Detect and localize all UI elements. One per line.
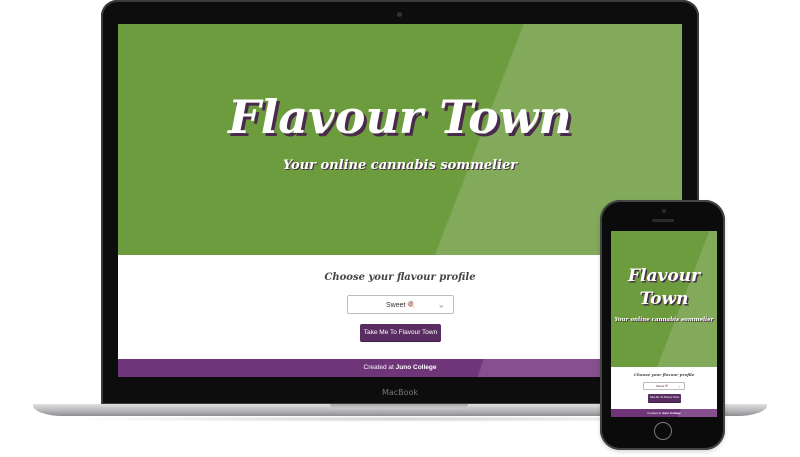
laptop-camera xyxy=(397,12,402,17)
hero-banner: Flavour Town Your online cannabis sommel… xyxy=(118,24,682,255)
site-title: Flavour Town xyxy=(228,90,572,144)
site-subtitle: Your online cannabis sommelier xyxy=(614,317,714,323)
footer-text: Created at xyxy=(647,411,662,415)
flavour-select[interactable]: Sweet 🍭 ⌄ xyxy=(643,382,685,390)
phone-speaker xyxy=(652,219,674,222)
footer-text: Created at xyxy=(363,364,396,371)
phone-screen: Flavour Town Your online cannabis sommel… xyxy=(611,231,717,417)
site-footer: Created at Juno College xyxy=(611,409,717,417)
flavour-form: Choose your flavour profile Sweet 🍭 ⌄ Ta… xyxy=(118,255,682,359)
site-title: Flavour Town xyxy=(627,266,701,309)
phone-body: Flavour Town Your online cannabis sommel… xyxy=(600,200,725,450)
flavour-select-value: Sweet 🍭 xyxy=(386,301,417,309)
phone-camera xyxy=(662,209,666,213)
form-heading: Choose your flavour profile xyxy=(324,272,476,283)
laptop-notch xyxy=(330,404,468,409)
double-chevron-down-icon: ⌄ xyxy=(437,299,445,309)
phone-home-button[interactable] xyxy=(654,422,672,440)
site-subtitle: Your online cannabis sommelier xyxy=(282,158,518,173)
form-heading: Choose your flavour profile xyxy=(633,372,695,377)
flavour-select-value: Sweet 🍭 xyxy=(656,384,669,388)
flavour-form: Choose your flavour profile Sweet 🍭 ⌄ Ta… xyxy=(611,367,717,409)
submit-button[interactable]: Take Me To Flavour Town xyxy=(648,394,681,402)
submit-button[interactable]: Take Me To Flavour Town xyxy=(360,324,441,341)
site-footer: Created at Juno College xyxy=(118,359,682,377)
hero-banner: Flavour Town Your online cannabis sommel… xyxy=(611,231,717,367)
footer-link[interactable]: Juno College xyxy=(396,364,437,371)
flavour-select[interactable]: Sweet 🍭 ⌄ xyxy=(347,295,454,314)
laptop-screen: Flavour Town Your online cannabis sommel… xyxy=(118,24,682,377)
double-chevron-down-icon: ⌄ xyxy=(677,383,681,389)
footer-link[interactable]: Juno College xyxy=(662,411,681,415)
